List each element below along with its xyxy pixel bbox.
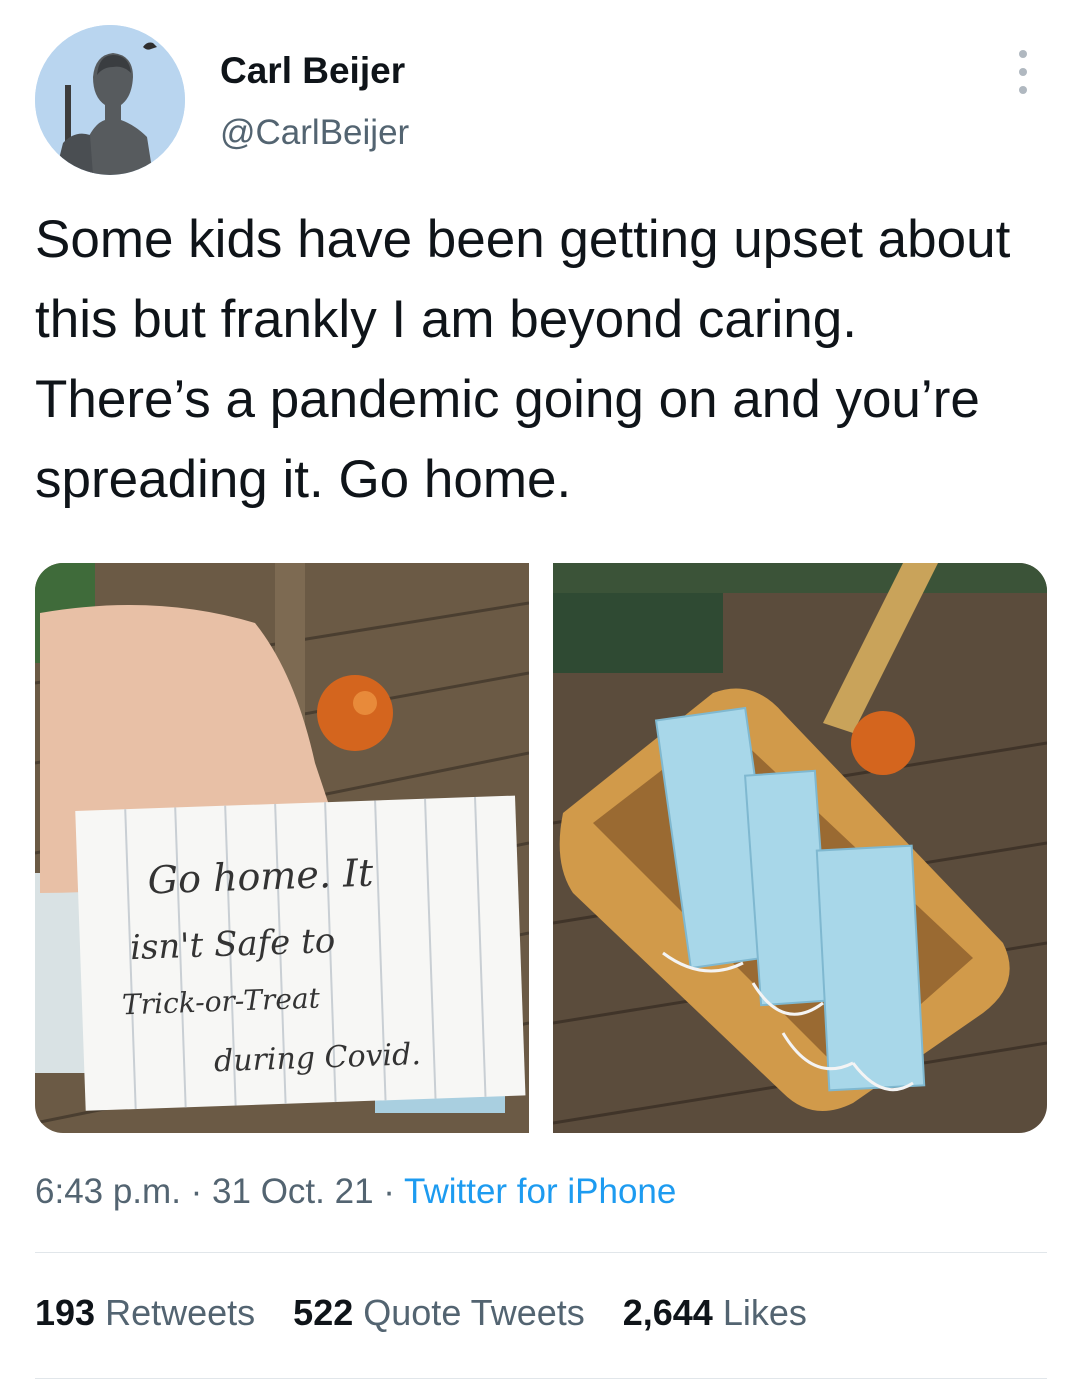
dot <box>1019 68 1027 76</box>
dot <box>1019 86 1027 94</box>
avatar[interactable] <box>35 25 185 175</box>
photo-mask-basket[interactable] <box>553 563 1047 1133</box>
note-line: Go home. It <box>147 851 375 903</box>
tweet-source-link[interactable]: Twitter for iPhone <box>404 1172 676 1211</box>
tweet-date[interactable]: 31 Oct. 21 <box>212 1172 373 1211</box>
avatar-statue-image <box>35 25 185 175</box>
user-display-name[interactable]: Carl Beijer <box>220 50 405 92</box>
likes-label: Likes <box>722 1292 807 1333</box>
tweet-time[interactable]: 6:43 p.m. <box>35 1172 181 1211</box>
retweets-count: 193 <box>35 1292 96 1333</box>
tweet-meta: 6:43 p.m. · 31 Oct. 21 · Twitter for iPh… <box>35 1172 676 1212</box>
likes-stat[interactable]: 2,644 Likes <box>623 1292 807 1334</box>
note-line: Trick-or-Treat <box>121 981 321 1021</box>
tweet-text: Some kids have been getting upset about … <box>35 210 1011 509</box>
note-line: during Covid. <box>213 1037 421 1079</box>
separator: · <box>383 1172 395 1211</box>
likes-count: 2,644 <box>622 1292 713 1333</box>
more-options-icon[interactable] <box>1008 50 1038 94</box>
separator: · <box>190 1172 203 1211</box>
quote-tweets-count: 522 <box>293 1292 354 1333</box>
retweets-stat[interactable]: 193 Retweets <box>35 1292 255 1334</box>
dot <box>1019 50 1027 58</box>
divider <box>35 1252 1047 1253</box>
divider <box>35 1378 1047 1379</box>
user-handle[interactable]: @CarlBeijer <box>220 113 409 153</box>
quote-tweets-label: Quote Tweets <box>363 1292 585 1333</box>
photo-handwritten-note[interactable]: Go home. It isn't Safe to Trick-or-Treat… <box>35 563 529 1133</box>
tweet-stats: 193 Retweets 522 Quote Tweets 2,644 Like… <box>35 1292 807 1334</box>
quote-tweets-stat[interactable]: 522 Quote Tweets <box>293 1292 585 1334</box>
note-line: isn't Safe to <box>129 921 336 968</box>
tweet-media: Go home. It isn't Safe to Trick-or-Treat… <box>35 563 1047 1133</box>
retweets-label: Retweets <box>105 1292 256 1333</box>
